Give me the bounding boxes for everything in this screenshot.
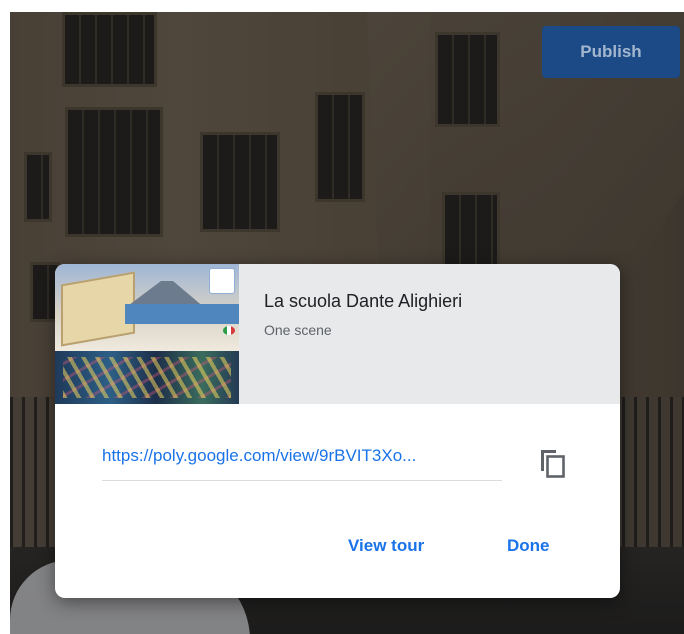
share-link-text[interactable]: https://poly.google.com/view/9rBVIT3Xo..… — [102, 446, 502, 466]
tour-thumbnail — [55, 264, 239, 404]
tour-title: La scuola Dante Alighieri — [264, 291, 463, 311]
thumbnail-badge — [209, 268, 235, 294]
thumbnail-mural — [55, 351, 239, 404]
tour-scene-count: One scene — [264, 322, 332, 338]
view-tour-button[interactable]: View tour — [348, 536, 424, 556]
thumbnail-sea — [125, 304, 239, 324]
thumbnail-collage-top — [55, 264, 239, 351]
publish-button[interactable]: Publish — [542, 26, 680, 78]
dialog-header: La scuola Dante Alighieri One scene — [55, 264, 620, 404]
italian-flag-icon — [223, 326, 235, 335]
thumbnail-book — [61, 271, 135, 347]
copy-icon — [541, 450, 565, 478]
done-button[interactable]: Done — [507, 536, 550, 556]
share-link-field[interactable]: https://poly.google.com/view/9rBVIT3Xo..… — [102, 444, 502, 481]
share-dialog: La scuola Dante Alighieri One scene http… — [55, 264, 620, 598]
copy-link-button[interactable] — [537, 446, 569, 480]
